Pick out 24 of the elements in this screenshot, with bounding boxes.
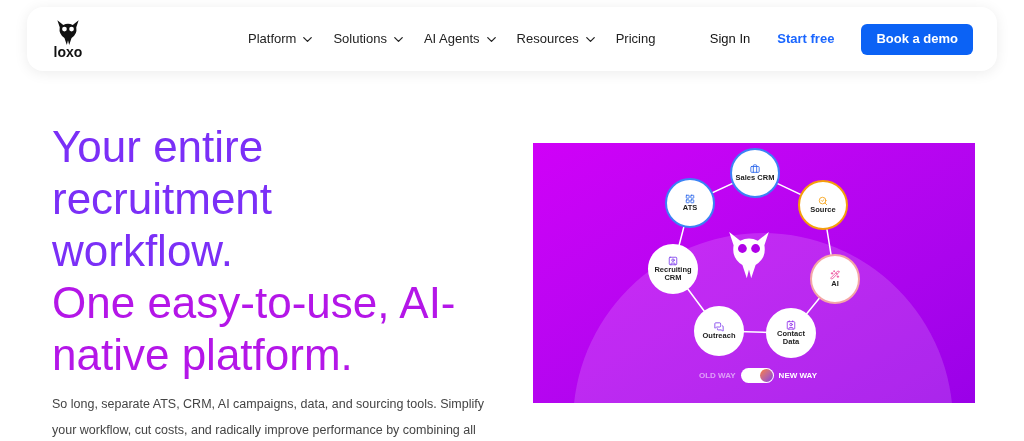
toggle-knob — [759, 369, 773, 382]
owl-logo-icon — [55, 19, 81, 45]
hero-description: So long, separate ATS, CRM, AI campaigns, data, and sourcing tools. Simplify your workflow, cut costs, and radically improve performance by combining all — [52, 396, 485, 439]
grid-icon — [685, 194, 695, 204]
nav-menu-item[interactable]: Solutions — [333, 29, 406, 49]
toggle-on-label: NEW WAY — [778, 369, 817, 382]
sign-in-link[interactable]: Sign In — [709, 29, 751, 49]
hero-subheadline: One easy-to-use, AI-native platform. — [52, 277, 457, 381]
wand-icon — [830, 270, 840, 280]
nav-menu-item[interactable]: Pricing — [615, 29, 656, 49]
search-icon — [818, 196, 828, 206]
nav-menu-item[interactable]: Platform — [248, 29, 316, 49]
logo-text: loxo — [53, 45, 83, 59]
start-free-link[interactable]: Start free — [777, 29, 835, 49]
briefcase-icon — [750, 164, 760, 174]
chat-bubbles-icon — [714, 322, 724, 332]
nav-menu-item[interactable]: AI Agents — [423, 29, 499, 49]
way-toggle[interactable] — [740, 368, 774, 383]
id-badge-icon — [668, 256, 678, 266]
book-demo-button[interactable]: Book a demo — [861, 23, 973, 55]
contact-card-icon — [786, 320, 796, 330]
hero-headline: Your entire recruitment workflow. — [52, 121, 274, 277]
nav-menu-item[interactable]: Resources — [516, 29, 598, 49]
toggle-off-label: OLD WAY — [699, 369, 736, 382]
